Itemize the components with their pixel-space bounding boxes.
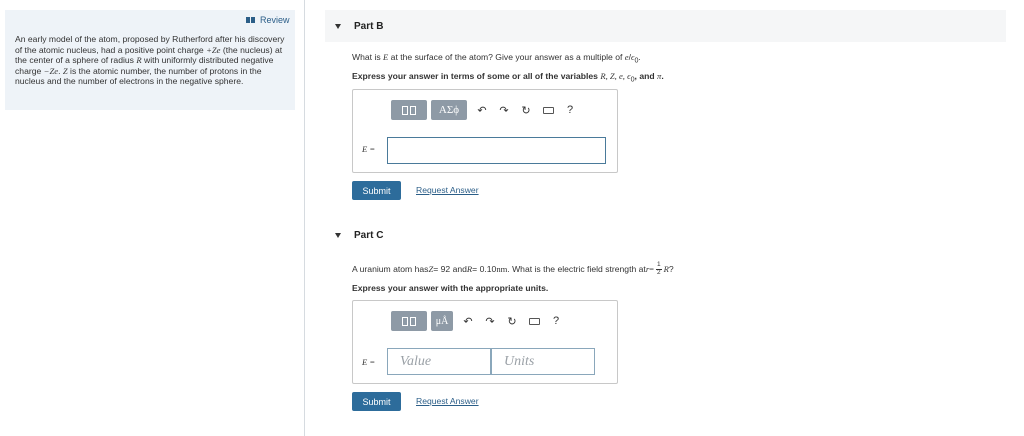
part-b-submit-button[interactable]: Submit	[352, 181, 401, 200]
part-c-value-input[interactable]: Value	[387, 348, 491, 375]
caret-down-icon	[335, 232, 341, 238]
part-b-answer-box: ΑΣϕ ↶ ↷ ↻ ? E =	[352, 89, 618, 173]
part-c-request-answer-link[interactable]: Request Answer	[416, 396, 479, 406]
reset-icon[interactable]: ↻	[515, 100, 537, 120]
part-c-question: A uranium atom has Z = 92 and R = 0.10 n…	[352, 261, 674, 276]
part-b-header[interactable]: Part B	[325, 10, 1006, 42]
part-b-answer-input[interactable]	[387, 137, 606, 164]
help-icon[interactable]: ?	[559, 100, 581, 120]
part-b-instruction: Express your answer in terms of some or …	[352, 71, 664, 84]
part-b-toolbar: ΑΣϕ ↶ ↷ ↻ ?	[391, 100, 581, 120]
part-b-eq-label: E =	[362, 144, 376, 154]
part-b-question: What is E at the surface of the atom? Gi…	[352, 52, 641, 65]
part-c-submit-button[interactable]: Submit	[352, 392, 401, 411]
part-c-eq-label: E =	[362, 357, 376, 367]
problem-statement-panel: Review An early model of the atom, propo…	[5, 10, 295, 110]
help-icon[interactable]: ?	[545, 311, 567, 331]
caret-down-icon	[335, 23, 341, 29]
symbols-icon[interactable]: ΑΣϕ	[431, 100, 467, 120]
keyboard-icon[interactable]	[523, 311, 545, 331]
part-c-answer-box: μÅ ↶ ↷ ↻ ? E = Value Units	[352, 300, 618, 384]
review-icon	[246, 17, 255, 23]
keyboard-icon[interactable]	[537, 100, 559, 120]
part-c-instruction: Express your answer with the appropriate…	[352, 283, 549, 293]
redo-icon[interactable]: ↷	[479, 311, 501, 331]
part-c-units-input[interactable]: Units	[491, 348, 595, 375]
template-icon[interactable]	[391, 100, 427, 120]
review-link[interactable]: Review	[246, 15, 290, 25]
part-c-title: Part C	[354, 229, 384, 241]
fraction: 12	[656, 261, 662, 276]
part-b-title: Part B	[354, 20, 384, 32]
problem-text: An early model of the atom, proposed by …	[15, 34, 285, 87]
part-b-request-answer-link[interactable]: Request Answer	[416, 185, 479, 195]
reset-icon[interactable]: ↻	[501, 311, 523, 331]
units-template-icon[interactable]	[391, 311, 427, 331]
undo-icon[interactable]: ↶	[471, 100, 493, 120]
part-c-toolbar: μÅ ↶ ↷ ↻ ?	[391, 311, 567, 331]
panel-divider	[304, 0, 305, 436]
review-label: Review	[260, 15, 290, 25]
value-placeholder: Value	[400, 354, 432, 369]
redo-icon[interactable]: ↷	[493, 100, 515, 120]
part-c-header[interactable]: Part C	[325, 219, 1006, 251]
units-symbols-icon[interactable]: μÅ	[431, 311, 453, 331]
undo-icon[interactable]: ↶	[457, 311, 479, 331]
units-placeholder: Units	[504, 354, 535, 369]
